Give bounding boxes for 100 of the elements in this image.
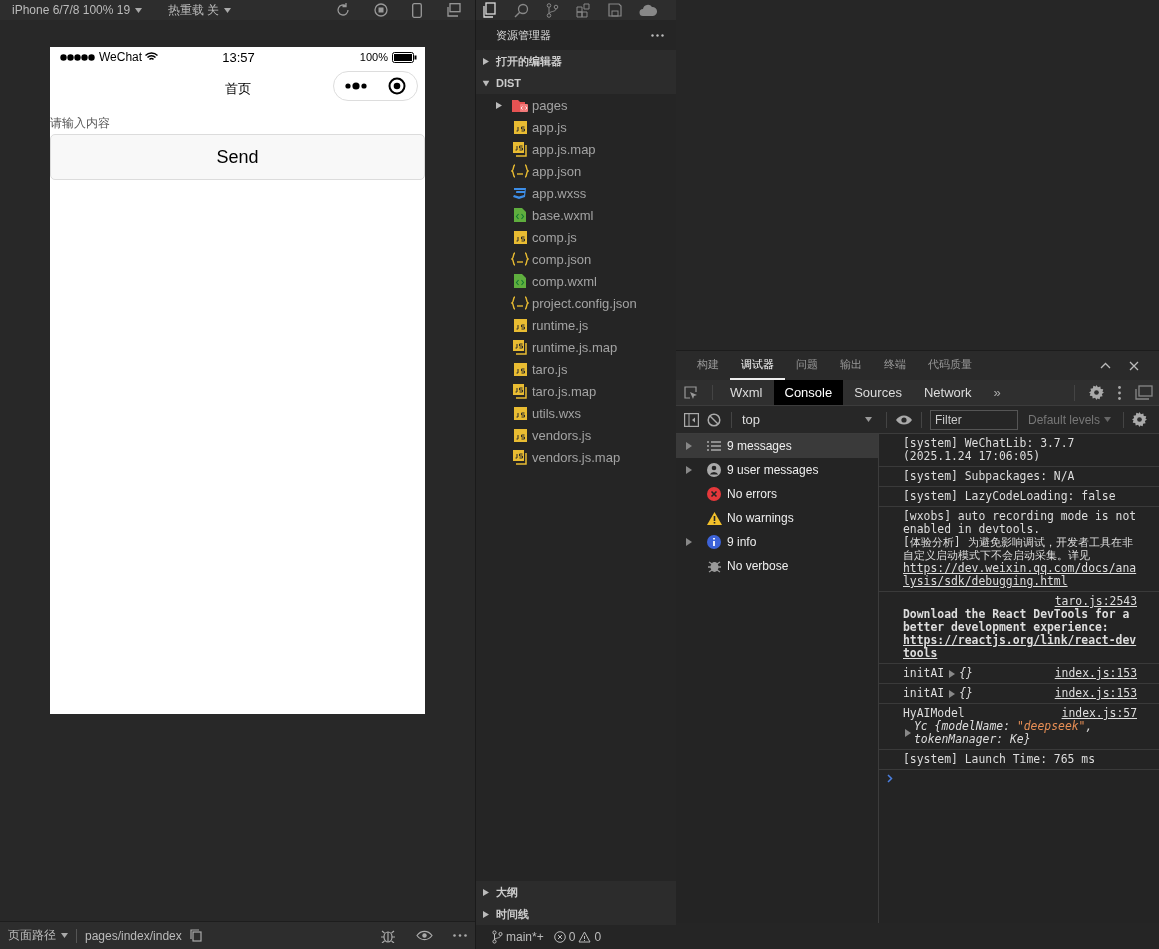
phone-icon[interactable]	[412, 2, 422, 18]
expand-triangle-icon[interactable]	[949, 689, 956, 698]
sidebar-toggle-icon[interactable]	[684, 412, 699, 427]
file-item[interactable]: taro.js	[476, 358, 676, 380]
more-icon[interactable]	[453, 934, 467, 937]
context-selector[interactable]: top	[742, 412, 878, 427]
branch-icon[interactable]	[546, 2, 559, 18]
panel-tab[interactable]: 终端	[873, 351, 917, 380]
devtools-tab[interactable]: Console	[773, 380, 844, 405]
clock: 13:57	[222, 49, 255, 65]
settings-icon[interactable]	[1089, 385, 1104, 400]
log-message: Download the React DevTools for a better development experience:	[903, 608, 1130, 634]
map-file-icon	[512, 449, 528, 465]
copy-icon[interactable]	[189, 929, 202, 942]
source-link[interactable]: index.js:153	[1054, 687, 1137, 700]
message-filter-item[interactable]: No errors	[676, 482, 878, 506]
object-preview[interactable]: {}	[959, 687, 973, 700]
page-path-selector[interactable]: 页面路径	[8, 927, 68, 944]
section-header[interactable]: DIST	[476, 72, 676, 94]
device-selector[interactable]: iPhone 6/7/8 100% 19	[12, 3, 143, 17]
section-header[interactable]: 大纲	[476, 881, 676, 903]
object-preview[interactable]: {}	[959, 667, 973, 680]
extensions-icon[interactable]	[576, 2, 591, 18]
log-label: initAI	[903, 687, 945, 700]
devtools-tab[interactable]: Sources	[843, 380, 913, 405]
log-message: [system] WeChatLib: 3.7.7 (2025.1.24 17:06:05)	[903, 437, 1076, 463]
devtools-tab[interactable]: Network	[912, 380, 983, 405]
wifi-icon	[145, 52, 159, 62]
eye-icon[interactable]	[895, 413, 913, 426]
bug-icon[interactable]	[380, 928, 396, 943]
file-item[interactable]: vendors.js	[476, 424, 676, 446]
file-item[interactable]: comp.json	[476, 248, 676, 270]
more-tabs-button[interactable]: »	[982, 380, 1012, 405]
inspect-icon[interactable]	[684, 385, 698, 400]
settings-icon[interactable]	[1132, 412, 1148, 427]
more-icon[interactable]	[651, 33, 664, 37]
message-filter-item[interactable]: 9 info	[676, 530, 878, 554]
file-item[interactable]: vendors.js.map	[476, 446, 676, 468]
section-header[interactable]: 打开的编辑器	[476, 50, 676, 72]
log-link[interactable]: https://reactjs.org/link/react-devtools	[903, 634, 1137, 660]
panel-tab[interactable]: 输出	[829, 351, 873, 380]
filter-field[interactable]: Filter	[930, 409, 1018, 430]
stop-icon[interactable]	[374, 3, 388, 17]
page-path: pages/index/index	[85, 928, 182, 943]
message-filter-item[interactable]: No warnings	[676, 506, 878, 530]
close-icon[interactable]	[388, 77, 407, 95]
problems-indicator[interactable]: 0 0	[553, 930, 602, 944]
undock-icon[interactable]	[1135, 385, 1153, 400]
section-header[interactable]: 时间线	[476, 903, 676, 925]
file-item[interactable]: runtime.js	[476, 314, 676, 336]
file-item[interactable]: taro.js.map	[476, 380, 676, 402]
copy-icon[interactable]	[446, 3, 461, 17]
file-item[interactable]: runtime.js.map	[476, 336, 676, 358]
panel-tab[interactable]: 问题	[785, 351, 829, 380]
refresh-icon[interactable]	[336, 3, 350, 17]
eye-icon[interactable]	[416, 930, 433, 941]
send-button[interactable]: Send	[50, 134, 425, 180]
folder-icon	[512, 98, 528, 112]
more-icon[interactable]	[344, 82, 367, 90]
message-filter-item[interactable]: 9 messages	[676, 434, 878, 458]
message-filter-item[interactable]: 9 user messages	[676, 458, 878, 482]
object-preview[interactable]: Yc {modelName: "deepseek", tokenManager: Ke}	[914, 720, 1134, 746]
message-filter-item[interactable]: No verbose	[676, 554, 878, 578]
js-file-icon	[513, 230, 527, 244]
map-file-icon	[512, 383, 528, 399]
panel-tab[interactable]: 代码质量	[917, 351, 983, 380]
hot-reload-toggle[interactable]: 热重载 关	[168, 1, 232, 19]
branch-indicator[interactable]: main*+	[492, 930, 544, 944]
warning-icon	[578, 931, 592, 943]
panel-tab[interactable]: 构建	[686, 351, 730, 380]
source-link[interactable]: index.js:57	[1061, 707, 1137, 720]
log-link[interactable]: https://dev.weixin.qq.com/docs/analysis/sdk/debugging.html	[903, 562, 1137, 588]
file-item[interactable]: utils.wxs	[476, 402, 676, 424]
search-icon[interactable]	[514, 2, 529, 18]
save-icon[interactable]	[608, 3, 622, 17]
warning-icon	[706, 511, 722, 525]
devtools-tab[interactable]: Wxml	[719, 380, 774, 405]
folder-item[interactable]: pages	[476, 94, 676, 116]
cloud-icon[interactable]	[639, 3, 657, 17]
source-link[interactable]: taro.js:2543	[1054, 595, 1137, 608]
user-icon	[707, 463, 721, 477]
expand-triangle-icon[interactable]	[905, 729, 911, 737]
file-item[interactable]: comp.wxml	[476, 270, 676, 292]
file-item[interactable]: app.wxss	[476, 182, 676, 204]
collapse-icon[interactable]	[1100, 362, 1111, 369]
battery-icon	[392, 51, 417, 63]
input-field[interactable]: 请输入内容	[50, 115, 425, 131]
kebab-menu-icon[interactable]	[1118, 385, 1121, 400]
clear-console-icon[interactable]	[707, 412, 721, 427]
file-item[interactable]: project.config.json	[476, 292, 676, 314]
file-item[interactable]: app.js.map	[476, 138, 676, 160]
file-item[interactable]: base.wxml	[476, 204, 676, 226]
js-file-icon	[513, 428, 527, 442]
file-item[interactable]: app.js	[476, 116, 676, 138]
expand-triangle-icon[interactable]	[949, 669, 956, 678]
files-icon[interactable]	[482, 2, 497, 18]
close-icon[interactable]	[1129, 360, 1139, 371]
source-link[interactable]: index.js:153	[1054, 667, 1137, 680]
file-item[interactable]: comp.js	[476, 226, 676, 248]
file-item[interactable]: app.json	[476, 160, 676, 182]
